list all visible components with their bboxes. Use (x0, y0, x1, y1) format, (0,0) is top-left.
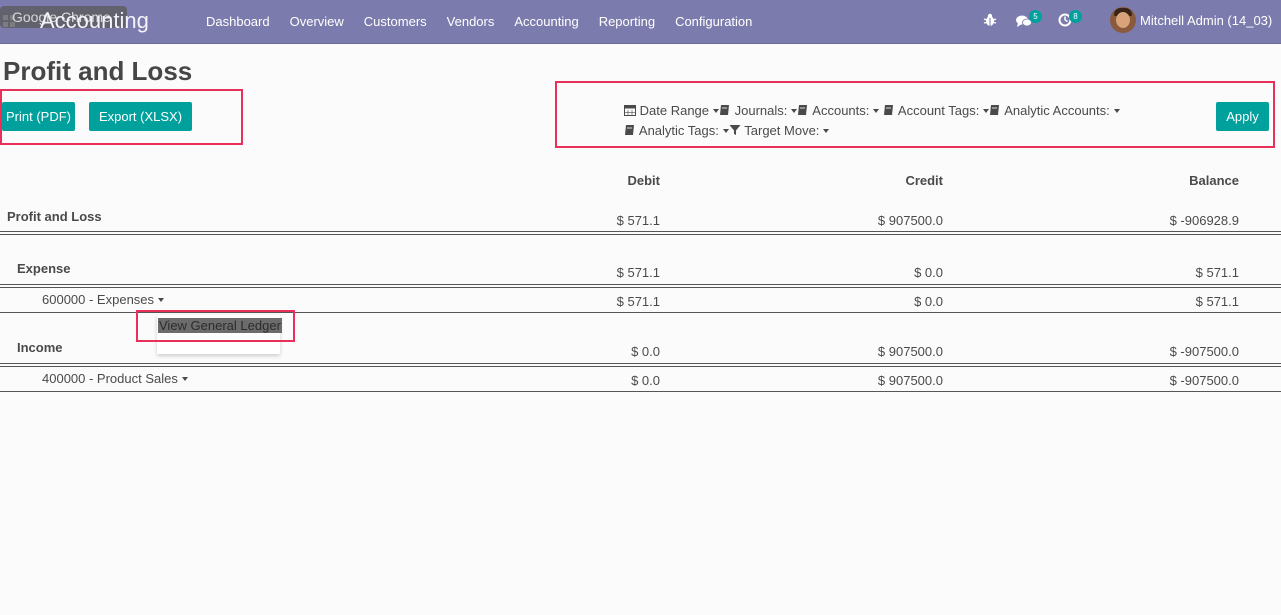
chevron-down-icon (181, 377, 188, 381)
book-icon (990, 105, 1000, 115)
cell-debit: $ 0.0 (631, 373, 660, 388)
activities-badge: 8 (1069, 10, 1082, 23)
menu-reporting[interactable]: Reporting (589, 0, 665, 44)
cell-balance: $ -907500.0 (1169, 344, 1239, 359)
chevron-down-icon (1113, 109, 1120, 113)
account-label: 400000 - Product Sales (42, 371, 178, 386)
cell-balance: $ 571.1 (1195, 294, 1239, 309)
print-pdf-button[interactable]: Print (PDF) (2, 102, 75, 131)
row-label-expense: Expense (17, 261, 71, 276)
row-divider (0, 231, 1281, 232)
apply-button[interactable]: Apply (1216, 102, 1269, 131)
menu-dashboard[interactable]: Dashboard (196, 0, 280, 44)
avatar[interactable] (1110, 7, 1136, 33)
row-label-profit-and-loss: Profit and Loss (7, 209, 102, 224)
cell-debit: $ 571.1 (616, 294, 660, 309)
app-title[interactable]: Accounting (40, 8, 149, 34)
row-divider (0, 287, 1281, 288)
filter-accounts-label: Accounts: (812, 103, 870, 118)
cell-credit: $ 0.0 (914, 265, 943, 280)
row-divider (0, 391, 1281, 392)
account-row-600000[interactable]: 600000 - Expenses (42, 292, 165, 307)
row-divider (0, 234, 1281, 235)
cell-debit: $ 571.1 (616, 265, 660, 280)
chevron-down-icon (158, 298, 165, 302)
row-label-income: Income (17, 340, 63, 355)
highlight-box (136, 310, 295, 342)
row-divider (0, 366, 1281, 367)
filter-target-move-label: Target Move: (744, 123, 820, 138)
filter-account-tags[interactable]: Account Tags: (883, 101, 990, 121)
cell-credit: $ 907500.0 (877, 344, 943, 359)
column-header-debit: Debit (627, 173, 661, 188)
page-title: Profit and Loss (3, 56, 193, 86)
user-menu[interactable]: Mitchell Admin (14_03) (1140, 13, 1272, 28)
filter-journals[interactable]: Journals: (719, 101, 798, 121)
menu-configuration[interactable]: Configuration (665, 0, 762, 44)
book-icon (798, 105, 808, 115)
cell-credit: $ 0.0 (914, 294, 943, 309)
filter-bar: Date Range Journals: Accounts: Account T… (624, 101, 1184, 141)
cell-credit: $ 907500.0 (877, 373, 943, 388)
main-menu: Dashboard Overview Customers Vendors Acc… (196, 0, 762, 44)
chevron-down-icon (823, 129, 830, 133)
messages-badge: 5 (1029, 10, 1042, 23)
book-icon (625, 125, 634, 135)
cell-credit: $ 907500.0 (877, 213, 943, 228)
export-xlsx-button[interactable]: Export (XLSX) (89, 102, 192, 131)
column-header-balance: Balance (1189, 173, 1239, 188)
filter-icon (729, 125, 741, 135)
book-icon (884, 105, 894, 115)
filter-date-range[interactable]: Date Range (624, 101, 720, 121)
filter-analytic-accounts-label: Analytic Accounts: (1004, 103, 1110, 118)
calendar-icon (624, 105, 636, 116)
cell-balance: $ -907500.0 (1169, 373, 1239, 388)
menu-vendors[interactable]: Vendors (437, 0, 505, 44)
book-icon (720, 105, 730, 115)
filter-accounts[interactable]: Accounts: (797, 101, 880, 121)
cell-debit: $ 0.0 (631, 344, 660, 359)
filter-analytic-tags-label: Analytic Tags: (638, 123, 719, 138)
filter-account-tags-label: Account Tags: (897, 103, 980, 118)
filter-target-move[interactable]: Target Move: (729, 121, 830, 141)
cell-balance: $ 571.1 (1195, 265, 1239, 280)
menu-accounting[interactable]: Accounting (504, 0, 588, 44)
menu-overview[interactable]: Overview (280, 0, 354, 44)
row-divider (0, 284, 1281, 285)
row-divider (0, 363, 1281, 364)
filter-date-range-label: Date Range (639, 103, 710, 118)
filter-analytic-tags[interactable]: Analytic Tags: (624, 121, 729, 141)
column-header-credit: Credit (905, 173, 943, 188)
filter-analytic-accounts[interactable]: Analytic Accounts: (989, 101, 1120, 121)
account-row-400000[interactable]: 400000 - Product Sales (42, 371, 188, 386)
bug-icon[interactable] (983, 13, 997, 27)
account-label: 600000 - Expenses (42, 292, 155, 307)
filter-journals-label: Journals: (734, 103, 788, 118)
chevron-down-icon (873, 109, 880, 113)
top-navbar: Google Chrome Accounting Dashboard Overv… (0, 0, 1281, 44)
cell-debit: $ 571.1 (616, 213, 660, 228)
cell-balance: $ -906928.9 (1169, 213, 1239, 228)
menu-customers[interactable]: Customers (354, 0, 437, 44)
